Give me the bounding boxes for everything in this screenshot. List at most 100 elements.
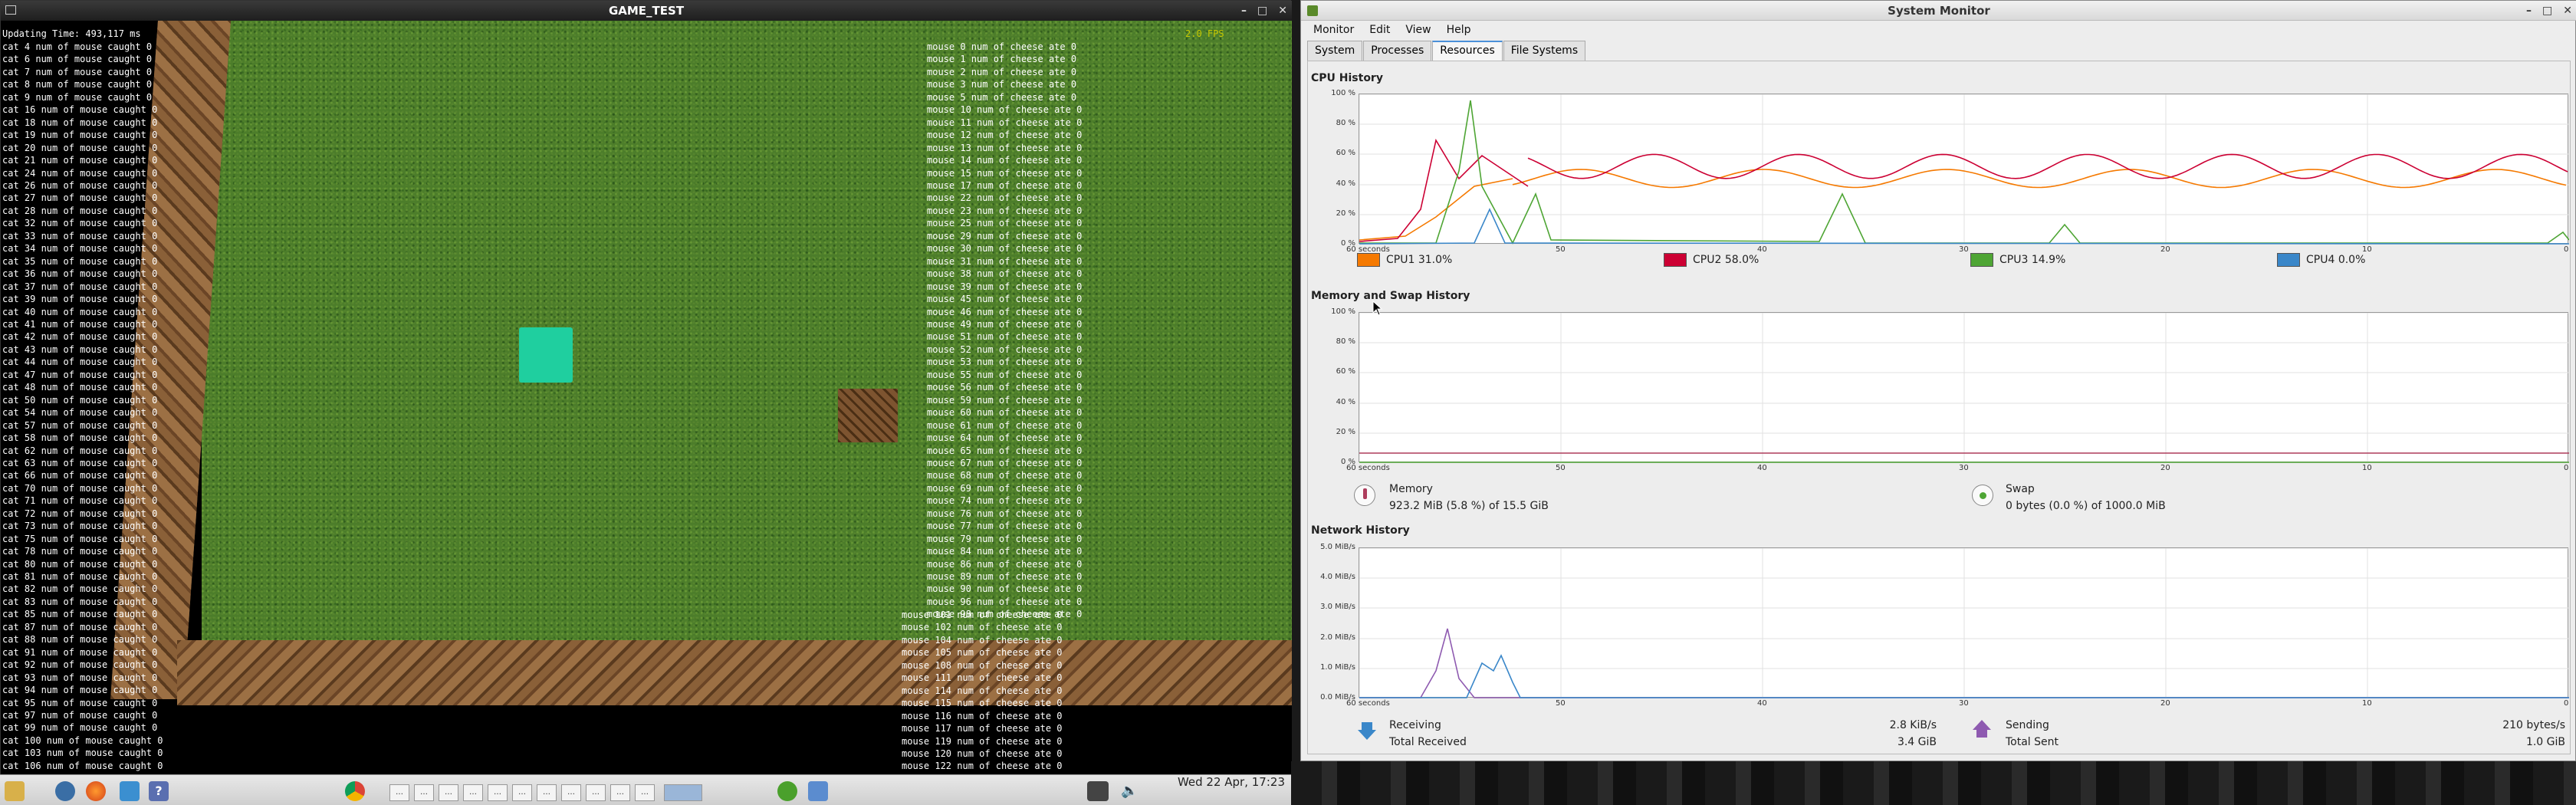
maximize-icon[interactable]: □ xyxy=(2542,1,2552,21)
cat-stat-line: cat 106 num of mouse caught 0 xyxy=(2,760,163,771)
game-viewport[interactable]: 2.0 FPS Updating Time: 493,117 ms cat 4 … xyxy=(1,21,1292,775)
minimize-icon[interactable]: – xyxy=(1241,1,1247,21)
mouse-stats-list-lower: mouse 101 num of cheese ate 0 mouse 102 n… xyxy=(902,609,1063,773)
grass-field xyxy=(202,21,1292,642)
app-icon[interactable] xyxy=(55,781,75,801)
close-icon[interactable]: ✕ xyxy=(2563,1,2572,21)
menu-view[interactable]: View xyxy=(1401,21,1435,39)
cpu-color-swatch[interactable] xyxy=(1664,253,1687,267)
sysmon-titlebar[interactable]: System Monitor – □ ✕ xyxy=(1301,1,2576,21)
cat-stat-line: cat 33 num of mouse caught 0 xyxy=(2,230,158,242)
y-tick-label: 20 % xyxy=(1336,428,1355,436)
cat-stat-line: cat 71 num of mouse caught 0 xyxy=(2,495,158,507)
mouse-stat-line: mouse 67 num of cheese ate 0 xyxy=(927,457,1083,468)
mouse-stat-line: mouse 31 num of cheese ate 0 xyxy=(927,255,1083,267)
taskbar-button[interactable]: … xyxy=(512,784,532,801)
firefox-icon[interactable] xyxy=(86,781,106,801)
cpu-color-swatch[interactable] xyxy=(2277,253,2300,267)
taskbar: ? … … … … … … … … … … … 🔈 Wed 22 Apr, 17… xyxy=(0,774,1291,805)
sysmon-app-icon[interactable] xyxy=(1307,5,1318,16)
system-monitor-window[interactable]: System Monitor – □ ✕ Monitor Edit View H… xyxy=(1300,0,2576,761)
memory-gauge-icon[interactable] xyxy=(1354,485,1375,506)
mouse-stat-line: mouse 68 num of cheese ate 0 xyxy=(927,470,1083,481)
taskbar-button[interactable]: … xyxy=(537,784,557,801)
taskbar-button[interactable]: … xyxy=(389,784,409,801)
mouse-stat-line: mouse 56 num of cheese ate 0 xyxy=(927,382,1083,393)
menu-monitor[interactable]: Monitor xyxy=(1309,21,1359,39)
maximize-icon[interactable]: □ xyxy=(1257,1,1267,21)
mouse-stat-line: mouse 17 num of cheese ate 0 xyxy=(927,179,1083,191)
taskbar-button[interactable]: … xyxy=(610,784,630,801)
cat-stat-line: cat 19 num of mouse caught 0 xyxy=(2,130,158,141)
cpu-color-swatch[interactable] xyxy=(1357,253,1380,267)
mouse-stat-line: mouse 65 num of cheese ate 0 xyxy=(927,445,1083,456)
mouse-stat-line: mouse 1 num of cheese ate 0 xyxy=(927,54,1077,65)
cat-stat-line: cat 27 num of mouse caught 0 xyxy=(2,192,158,204)
sending-arrow-icon[interactable] xyxy=(1972,719,1992,739)
chrome-icon[interactable] xyxy=(345,781,365,801)
menu-help[interactable]: Help xyxy=(1442,21,1476,39)
mouse-stat-line: mouse 86 num of cheese ate 0 xyxy=(927,558,1083,570)
taskbar-button[interactable]: … xyxy=(439,784,458,801)
mouse-stat-line: mouse 76 num of cheese ate 0 xyxy=(927,508,1083,519)
cat-stat-line: cat 37 num of mouse caught 0 xyxy=(2,281,158,292)
cat-stats-list: cat 4 num of mouse caught 0 cat 6 num of … xyxy=(2,41,163,772)
cpu-color-swatch[interactable] xyxy=(1970,253,1993,267)
mouse-stat-line: mouse 29 num of cheese ate 0 xyxy=(927,230,1083,242)
tab-system[interactable]: System xyxy=(1307,41,1363,61)
menu-edit[interactable]: Edit xyxy=(1365,21,1395,39)
taskbar-button[interactable]: … xyxy=(586,784,606,801)
mouse-stat-line: mouse 11 num of cheese ate 0 xyxy=(927,117,1083,128)
legend-item-cpu3[interactable]: CPU3 14.9% xyxy=(1970,253,2065,267)
game-titlebar[interactable]: GAME_TEST – □ ✕ xyxy=(1,1,1292,21)
mouse-stat-line: mouse 23 num of cheese ate 0 xyxy=(927,205,1083,216)
mouse-stat-line: mouse 117 num of cheese ate 0 xyxy=(902,723,1063,734)
window-menu-icon[interactable] xyxy=(5,5,16,15)
legend-item-cpu2[interactable]: CPU2 58.0% xyxy=(1664,253,1759,267)
legend-label: CPU1 31.0% xyxy=(1386,254,1453,266)
game-window[interactable]: GAME_TEST – □ ✕ 2.0 FPS Updating Time: 4… xyxy=(0,0,1292,775)
taskbar-button[interactable]: … xyxy=(561,784,581,801)
x-tick-label: 20 xyxy=(2160,464,2170,472)
resources-panel: CPU History Memory and Swap History Memo… xyxy=(1307,61,2571,754)
taskbar-button[interactable]: … xyxy=(463,784,483,801)
x-tick-label: 0 xyxy=(2564,464,2569,472)
taskbar-button[interactable]: … xyxy=(635,784,655,801)
mouse-stat-line: mouse 116 num of cheese ate 0 xyxy=(902,710,1063,721)
cat-stat-line: cat 73 num of mouse caught 0 xyxy=(2,521,158,532)
tool-icon[interactable] xyxy=(120,781,140,801)
settings-icon[interactable] xyxy=(5,781,25,801)
legend-item-cpu4[interactable]: CPU4 0.0% xyxy=(2277,253,2365,267)
mouse-cursor-icon xyxy=(1372,301,1383,316)
cat-stat-line: cat 66 num of mouse caught 0 xyxy=(2,470,158,481)
receiving-arrow-icon[interactable] xyxy=(1357,721,1377,741)
close-icon[interactable]: ✕ xyxy=(1278,1,1287,21)
mouse-stat-line: mouse 3 num of cheese ate 0 xyxy=(927,79,1077,90)
total-sent-value: 1.0 GiB xyxy=(2525,736,2565,748)
volume-icon[interactable]: 🔈 xyxy=(1121,781,1141,801)
folder-icon[interactable] xyxy=(808,781,828,801)
tab-processes[interactable]: Processes xyxy=(1363,41,1432,61)
workspace-switcher[interactable] xyxy=(664,784,702,801)
mouse-stat-line: mouse 13 num of cheese ate 0 xyxy=(927,142,1083,153)
y-tick-label: 4.0 MiB/s xyxy=(1320,573,1355,581)
tab-file-systems[interactable]: File Systems xyxy=(1503,41,1586,61)
swap-gauge-icon[interactable] xyxy=(1972,485,1993,506)
y-tick-label: 2.0 MiB/s xyxy=(1320,633,1355,642)
mouse-stat-line: mouse 108 num of cheese ate 0 xyxy=(902,659,1063,671)
mouse-stat-line: mouse 0 num of cheese ate 0 xyxy=(927,41,1077,52)
tab-resources[interactable]: Resources xyxy=(1432,41,1503,61)
clock[interactable]: Wed 22 Apr, 17:23 xyxy=(1178,775,1285,789)
minimize-icon[interactable]: – xyxy=(2526,1,2532,21)
runner-icon[interactable] xyxy=(777,781,797,801)
mouse-stat-line: mouse 38 num of cheese ate 0 xyxy=(927,268,1083,280)
taskbar-button[interactable]: … xyxy=(414,784,434,801)
help-icon[interactable]: ? xyxy=(149,781,169,801)
mouse-stat-line: mouse 111 num of cheese ate 0 xyxy=(902,672,1063,684)
y-tick-label: 40 % xyxy=(1336,398,1355,406)
monitor-icon[interactable] xyxy=(1087,781,1109,801)
taskbar-button[interactable]: … xyxy=(488,784,508,801)
mouse-stat-line: mouse 46 num of cheese ate 0 xyxy=(927,306,1083,317)
legend-item-cpu1[interactable]: CPU1 31.0% xyxy=(1357,253,1452,267)
cat-stat-line: cat 35 num of mouse caught 0 xyxy=(2,255,158,267)
